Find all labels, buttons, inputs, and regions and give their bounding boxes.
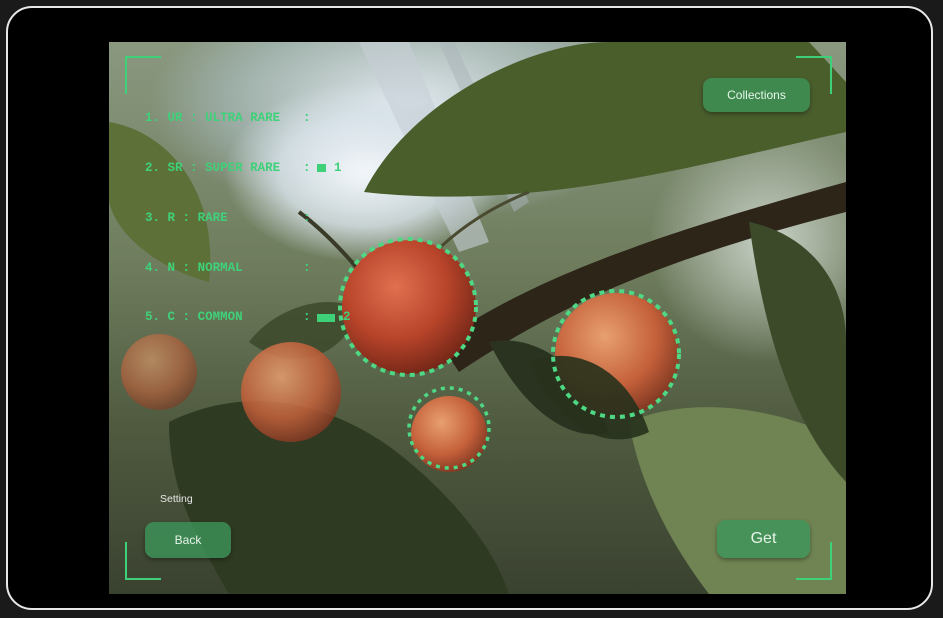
tablet-frame: 1. UR : ULTRA RARE: 2. SR : SUPER RARE:1… <box>6 6 933 610</box>
rarity-row-c: 5. C : COMMON:2 <box>145 310 351 325</box>
back-button[interactable]: Back <box>145 522 231 558</box>
rarity-count: 1 <box>334 160 342 175</box>
rarity-list: 1. UR : ULTRA RARE: 2. SR : SUPER RARE:1… <box>145 77 351 359</box>
rarity-row-n: 4. N : NORMAL: <box>145 260 311 275</box>
get-button[interactable]: Get <box>717 520 810 558</box>
setting-label[interactable]: Setting <box>160 493 193 505</box>
rarity-row-r: 3. R : RARE: <box>145 210 311 225</box>
count-bar <box>317 164 326 173</box>
collections-button[interactable]: Collections <box>703 78 810 112</box>
rarity-count: 2 <box>343 310 351 325</box>
count-bar <box>317 313 335 322</box>
rarity-row-sr: 2. SR : SUPER RARE:1 <box>145 160 342 175</box>
camera-viewfinder[interactable]: 1. UR : ULTRA RARE: 2. SR : SUPER RARE:1… <box>109 42 846 594</box>
rarity-row-ur: 1. UR : ULTRA RARE: <box>145 111 311 126</box>
